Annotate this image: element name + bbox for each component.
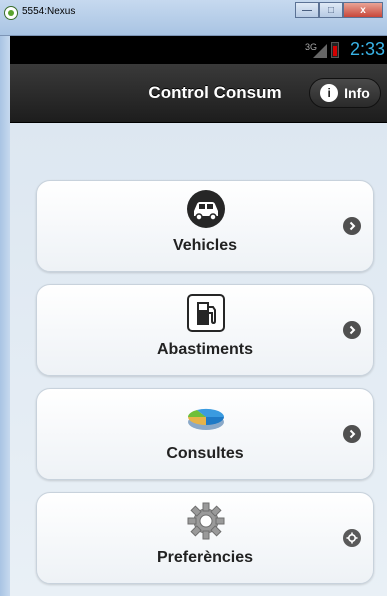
chevron-right-icon <box>343 217 361 235</box>
info-button-label: Info <box>344 85 370 101</box>
status-bar: 3G 2:33 <box>10 36 387 64</box>
status-clock: 2:33 <box>349 39 385 59</box>
car-icon <box>185 189 227 229</box>
info-button[interactable]: i Info <box>309 78 381 108</box>
menu-item-vehicles[interactable]: Vehicles <box>36 180 374 272</box>
menu-item-label: Abastiments <box>156 341 254 358</box>
device-screen: 3G 2:33 Control Consum i Info Vehicles A… <box>10 36 387 596</box>
maximize-button[interactable]: □ <box>319 2 343 18</box>
gear-small-icon <box>343 529 361 547</box>
window-controls: — □ x <box>295 2 383 18</box>
menu-item-abastiments[interactable]: Abastiments <box>36 284 374 376</box>
menu-item-label: Preferències <box>156 549 254 566</box>
minimize-button[interactable]: — <box>295 2 319 18</box>
window-frame <box>0 36 10 596</box>
close-button[interactable]: x <box>343 2 383 18</box>
signal-icon <box>313 44 327 58</box>
chevron-right-icon <box>343 321 361 339</box>
window-title: 5554:Nexus <box>22 6 76 17</box>
info-icon: i <box>320 84 339 102</box>
gear-icon <box>185 501 227 541</box>
main-menu: Vehicles Abastiments Consultes Preferènc… <box>10 123 387 596</box>
app-header: Control Consum i Info <box>10 64 387 123</box>
chevron-right-icon <box>343 425 361 443</box>
pie-chart-icon <box>185 397 227 437</box>
page-title: Control Consum <box>148 83 282 102</box>
menu-item-consultes[interactable]: Consultes <box>36 388 374 480</box>
menu-item-label: Vehicles <box>172 237 238 254</box>
emulator-icon <box>4 6 18 20</box>
battery-icon <box>331 42 339 58</box>
menu-item-label: Consultes <box>166 445 244 462</box>
fuel-pump-icon <box>185 293 227 333</box>
menu-item-preferencies[interactable]: Preferències <box>36 492 374 584</box>
window-titlebar: 5554:Nexus — □ x <box>0 0 387 36</box>
